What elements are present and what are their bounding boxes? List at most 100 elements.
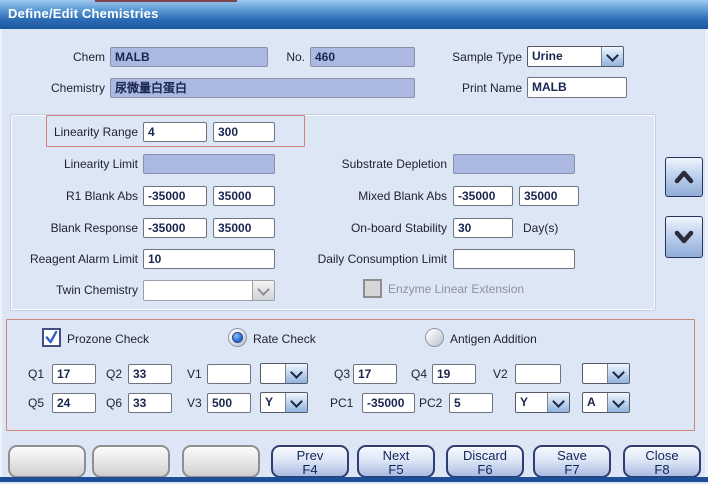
reagent-alarm-limit-field[interactable]: 10 (143, 249, 275, 269)
blank-button-1 (8, 445, 86, 478)
q2-field[interactable]: 33 (128, 364, 172, 384)
chevron-down-icon[interactable] (601, 47, 623, 66)
pc2-field[interactable]: 5 (449, 393, 493, 413)
discard-button[interactable]: Discard F6 (446, 445, 524, 478)
pc-flag1-select[interactable]: Y (515, 392, 570, 413)
twin-chemistry-label: Twin Chemistry (18, 280, 138, 300)
daily-consumption-limit-field[interactable] (453, 249, 575, 269)
blank-button-2 (92, 445, 170, 478)
blank-response-label: Blank Response (18, 218, 138, 238)
q5-field[interactable]: 24 (52, 393, 96, 413)
q6-field[interactable]: 33 (128, 393, 172, 413)
linearity-range-high-field[interactable]: 300 (213, 122, 275, 142)
prev-button[interactable]: Prev F4 (271, 445, 349, 478)
chem-label: Chem (35, 47, 105, 67)
blank-response-low-field[interactable]: -35000 (143, 218, 207, 238)
reagent-alarm-limit-label: Reagent Alarm Limit (18, 249, 138, 269)
pc1-field[interactable]: -35000 (362, 393, 415, 413)
blank-response-high-field[interactable]: 35000 (213, 218, 275, 238)
v1-field[interactable] (207, 364, 251, 384)
pc1-label: PC1 (330, 393, 353, 413)
v2-flag-value (583, 364, 607, 383)
mixed-blank-abs-low-field[interactable]: -35000 (453, 186, 513, 206)
window-title: Define/Edit Chemistries (8, 6, 159, 21)
screen-artifact-line (95, 0, 237, 2)
save-button-label: Save (535, 449, 609, 463)
chemistry-field: 尿微量白蛋白 (110, 78, 415, 98)
chevron-down-icon[interactable] (607, 364, 629, 383)
chevron-down-icon[interactable] (607, 393, 629, 412)
up-arrow-icon (673, 168, 695, 186)
q2-label: Q2 (106, 364, 122, 384)
chevron-down-icon (252, 281, 274, 300)
close-button-label: Close (625, 449, 699, 463)
daily-consumption-limit-label: Daily Consumption Limit (295, 249, 447, 269)
onboard-stability-unit: Day(s) (523, 218, 558, 238)
pc-flag2-select[interactable]: A (582, 392, 630, 413)
next-button[interactable]: Next F5 (357, 445, 435, 478)
antigen-addition-label: Antigen Addition (450, 329, 537, 349)
antigen-addition-radio[interactable] (425, 328, 444, 347)
r1-blank-abs-label: R1 Blank Abs (18, 186, 138, 206)
next-button-key: F5 (359, 463, 433, 477)
v3-flag-select[interactable]: Y (260, 392, 308, 413)
v1-flag-select[interactable] (260, 363, 308, 384)
sample-type-value: Urine (528, 47, 601, 66)
linearity-limit-label: Linearity Limit (18, 154, 138, 174)
v1-label: V1 (187, 364, 202, 384)
radio-dot (232, 332, 243, 343)
v3-flag-value: Y (261, 393, 285, 412)
q5-label: Q5 (28, 393, 44, 413)
scroll-down-button[interactable] (665, 216, 703, 258)
q3-label: Q3 (334, 364, 350, 384)
prev-button-key: F4 (273, 463, 347, 477)
window-bottom-edge (0, 477, 708, 482)
q1-field[interactable]: 17 (52, 364, 96, 384)
linearity-limit-field (143, 154, 275, 174)
v2-flag-select[interactable] (582, 363, 630, 384)
close-button-key: F8 (625, 463, 699, 477)
substrate-depletion-field (453, 154, 575, 174)
prozone-check-label: Prozone Check (67, 329, 149, 349)
v3-label: V3 (187, 393, 202, 413)
save-button[interactable]: Save F7 (533, 445, 611, 478)
discard-button-key: F6 (448, 463, 522, 477)
r1-blank-abs-low-field[interactable]: -35000 (143, 186, 207, 206)
substrate-depletion-label: Substrate Depletion (295, 154, 447, 174)
pc2-label: PC2 (419, 393, 442, 413)
sample-type-select[interactable]: Urine (527, 46, 624, 67)
discard-button-label: Discard (448, 449, 522, 463)
v3-field[interactable]: 500 (207, 393, 251, 413)
no-field: 460 (310, 47, 415, 67)
scroll-up-button[interactable] (665, 157, 703, 197)
q4-field[interactable]: 19 (432, 364, 476, 384)
rate-check-label: Rate Check (253, 329, 316, 349)
onboard-stability-field[interactable]: 30 (453, 218, 513, 238)
q6-label: Q6 (106, 393, 122, 413)
no-label: No. (270, 47, 305, 67)
close-button[interactable]: Close F8 (623, 445, 701, 478)
chemistry-label: Chemistry (35, 78, 105, 98)
print-name-label: Print Name (430, 78, 522, 98)
chevron-down-icon[interactable] (285, 393, 307, 412)
chem-field: MALB (110, 47, 268, 67)
q3-field[interactable]: 17 (353, 364, 397, 384)
linearity-range-low-field[interactable]: 4 (143, 122, 207, 142)
rate-check-radio[interactable] (228, 328, 247, 347)
mixed-blank-abs-high-field[interactable]: 35000 (519, 186, 579, 206)
twin-chemistry-value (144, 281, 252, 300)
v1-flag-value (261, 364, 285, 383)
v2-field[interactable] (515, 364, 561, 384)
print-name-field[interactable]: MALB (527, 77, 627, 98)
chevron-down-icon[interactable] (547, 393, 569, 412)
mixed-blank-abs-label: Mixed Blank Abs (295, 186, 447, 206)
define-edit-chemistries-dialog: Define/Edit Chemistries Chem MALB No. 46… (0, 0, 708, 484)
pc-flag2-value: A (583, 393, 607, 412)
twin-chemistry-select (143, 280, 275, 301)
r1-blank-abs-high-field[interactable]: 35000 (213, 186, 275, 206)
prozone-check-checkbox[interactable] (42, 328, 61, 347)
save-button-key: F7 (535, 463, 609, 477)
down-arrow-icon (673, 228, 695, 246)
chevron-down-icon[interactable] (285, 364, 307, 383)
q1-label: Q1 (28, 364, 44, 384)
